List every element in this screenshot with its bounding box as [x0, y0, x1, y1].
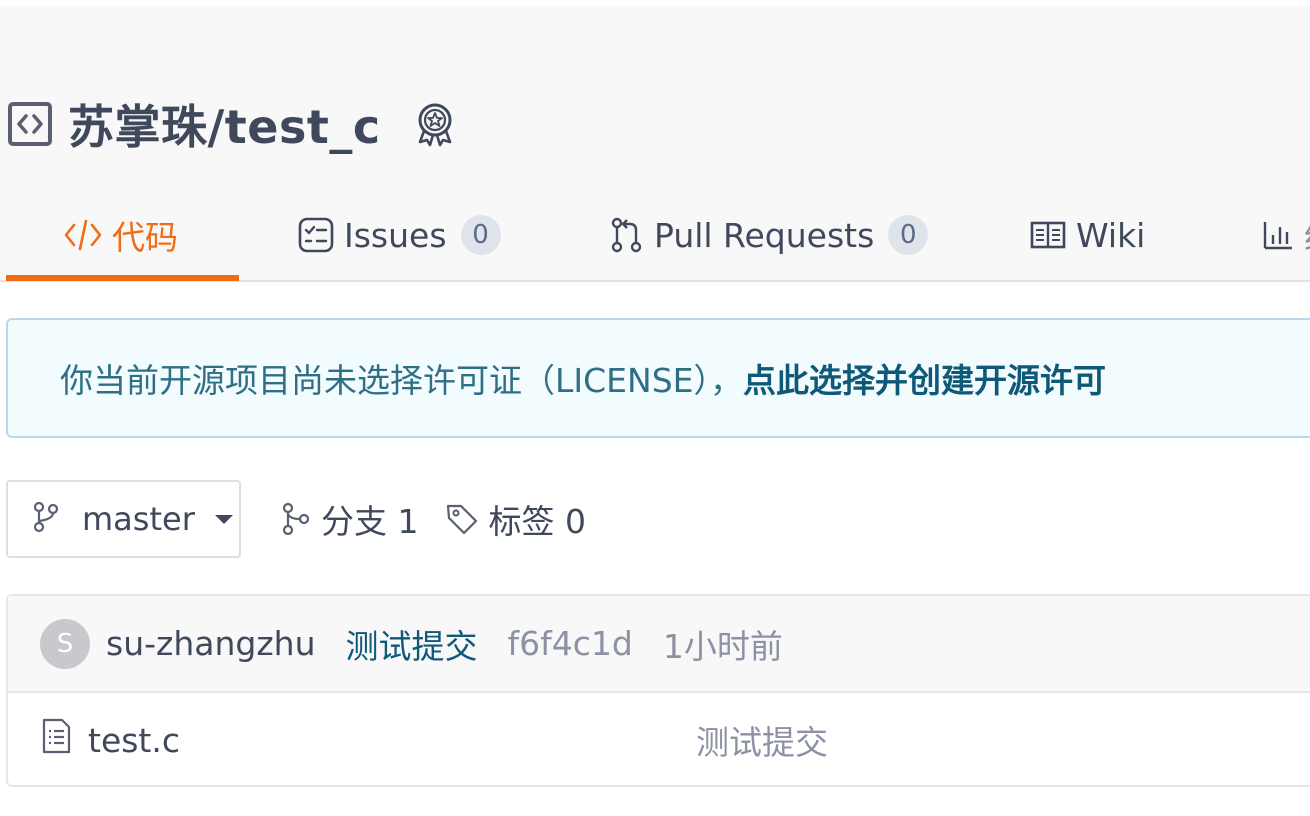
award-icon[interactable]: [411, 100, 459, 148]
tab-wiki-label: Wiki: [1076, 215, 1146, 255]
tab-pull-requests-label: Pull Requests: [654, 215, 875, 255]
commit-message[interactable]: 测试提交: [346, 620, 478, 668]
file-commit-message[interactable]: 测试提交: [696, 716, 828, 764]
checklist-icon: [298, 217, 334, 253]
file-text-icon: [40, 718, 72, 762]
book-icon: [1030, 220, 1066, 250]
branches-count-label: 分支 1: [321, 502, 419, 541]
pull-requests-count-badge: 0: [888, 215, 929, 255]
tab-pull-requests[interactable]: Pull Requests 0: [610, 190, 929, 280]
repo-header: 苏掌珠/test_c: [6, 96, 459, 154]
repo-tabs: 代码 Issues 0 Pull Requests 0 Wiki: [0, 190, 1310, 282]
license-notice-text: 你当前开源项目尚未选择许可证（LICENSE），: [60, 361, 743, 400]
tab-wiki[interactable]: Wiki: [1030, 190, 1145, 280]
code-square-icon: [6, 100, 54, 148]
tags-count-label: 标签 0: [488, 502, 587, 541]
avatar[interactable]: S: [40, 618, 90, 669]
chevron-down-icon: [214, 514, 233, 524]
issues-count-badge: 0: [460, 215, 501, 255]
list-item[interactable]: test.c 测试提交: [8, 693, 1310, 787]
repo-title[interactable]: 苏掌珠/test_c: [68, 91, 381, 157]
commit-author[interactable]: su-zhangzhu: [106, 624, 316, 663]
pull-request-icon: [610, 216, 644, 254]
branch-toolbar: master 分支 1 标签 0: [6, 480, 586, 558]
tab-stats[interactable]: 统: [1262, 190, 1310, 280]
branch-select[interactable]: master: [6, 480, 241, 558]
tag-icon: [445, 502, 479, 536]
create-license-link[interactable]: 点此选择并创建开源许可: [743, 354, 1106, 402]
active-tab-underline: [6, 275, 239, 281]
file-name[interactable]: test.c: [88, 721, 180, 760]
top-strip: [0, 0, 1310, 6]
branch-icon: [32, 501, 60, 537]
code-icon: [64, 218, 102, 252]
tab-issues-label: Issues: [344, 215, 447, 255]
commit-sha[interactable]: f6f4c1d: [508, 624, 633, 663]
tab-stats-label: 统: [1304, 211, 1310, 259]
license-notice: 你当前开源项目尚未选择许可证（LICENSE）， 点此选择并创建开源许可: [6, 318, 1310, 438]
tags-link[interactable]: 标签 0: [445, 495, 587, 543]
current-branch-label: master: [82, 500, 195, 538]
tab-code-label: 代码: [112, 218, 178, 257]
tab-issues[interactable]: Issues 0: [298, 190, 501, 280]
file-list: S su-zhangzhu 测试提交 f6f4c1d 1小时前 test.c 测…: [6, 594, 1310, 787]
branches-link[interactable]: 分支 1: [281, 495, 419, 543]
commit-time: 1小时前: [662, 626, 783, 666]
latest-commit-row: S su-zhangzhu 测试提交 f6f4c1d 1小时前: [8, 596, 1310, 693]
tab-code[interactable]: 代码: [64, 190, 178, 280]
bar-chart-icon: [1262, 219, 1294, 251]
branches-icon: [281, 502, 311, 536]
